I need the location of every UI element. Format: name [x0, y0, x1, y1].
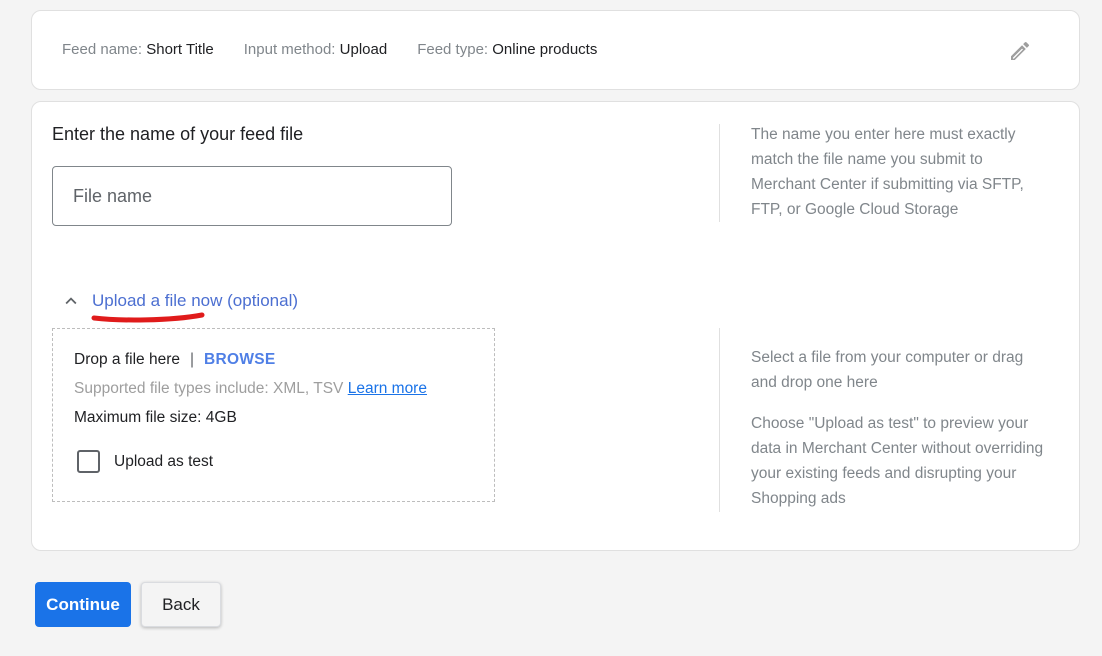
feed-name-summary: Feed name: Short Title	[62, 41, 214, 58]
file-name-section-title: Enter the name of your feed file	[52, 124, 304, 144]
feed-summary-card: Feed name: Short Title Input method: Upl…	[31, 10, 1080, 90]
upload-help-paragraph-1: Select a file from your computer or drag…	[751, 349, 1024, 391]
supported-types-line: Supported file types include: XML, TSV L…	[74, 380, 427, 398]
input-method-summary: Input method: Upload	[244, 41, 387, 58]
file-name-input[interactable]	[52, 166, 452, 226]
supported-types-text: Supported file types include: XML, TSV	[74, 380, 344, 397]
drop-zone-header: Drop a file here | BROWSE	[74, 351, 276, 369]
upload-as-test-label: Upload as test	[114, 452, 214, 470]
feed-name-label: Feed name:	[62, 41, 143, 58]
max-file-size-text: Maximum file size: 4GB	[74, 409, 237, 426]
feed-type-value: Online products	[492, 41, 598, 58]
file-drop-zone[interactable]: Drop a file here | BROWSE Supported file…	[52, 328, 495, 502]
feed-setup-card: Enter the name of your feed file The nam…	[31, 101, 1080, 551]
help-divider	[719, 124, 720, 222]
file-name-help-text: The name you enter here must exactly mat…	[751, 126, 1024, 218]
input-method-value: Upload	[339, 41, 388, 58]
help-divider	[719, 328, 720, 512]
upload-help-text: Select a file from your computer or drag…	[751, 345, 1051, 511]
learn-more-link[interactable]: Learn more	[348, 380, 427, 397]
edit-button[interactable]	[1007, 38, 1033, 64]
feed-summary-row: Feed name: Short Title Input method: Upl…	[62, 41, 597, 58]
feed-name-value: Short Title	[146, 41, 214, 58]
chevron-up-icon	[65, 297, 77, 305]
pencil-icon	[1011, 41, 1030, 60]
feed-type-summary: Feed type: Online products	[417, 41, 597, 58]
browse-button[interactable]: BROWSE	[204, 351, 276, 369]
upload-file-toggle-label: Upload a file now (optional)	[92, 291, 299, 310]
checkbox-box[interactable]	[77, 450, 100, 473]
upload-file-toggle[interactable]: Upload a file now (optional)	[60, 290, 298, 312]
input-method-label: Input method:	[243, 41, 336, 58]
feed-type-label: Feed type:	[417, 41, 489, 58]
upload-as-test-checkbox[interactable]: Upload as test	[77, 450, 213, 473]
continue-button[interactable]: Continue	[35, 582, 131, 627]
separator: |	[189, 351, 195, 368]
upload-help-paragraph-2: Choose "Upload as test" to preview your …	[751, 415, 1044, 507]
back-button[interactable]: Back	[141, 582, 221, 627]
drop-file-text: Drop a file here	[74, 351, 180, 368]
